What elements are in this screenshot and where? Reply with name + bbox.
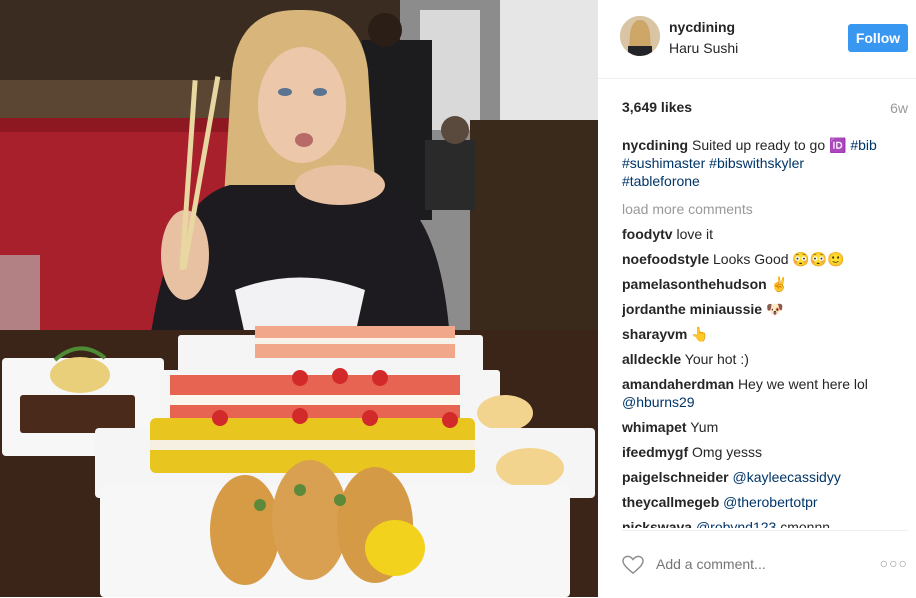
comment-text: 👆 xyxy=(691,326,709,342)
comment-username[interactable]: theycallmegeb xyxy=(622,494,719,510)
follow-button[interactable]: Follow xyxy=(848,24,908,52)
comment-mention[interactable]: @kayleecassidyy xyxy=(732,469,840,485)
comment-text: Omg yesss xyxy=(692,444,763,460)
comment-username[interactable]: foodytv xyxy=(622,226,673,242)
post-time[interactable]: 6w xyxy=(890,100,908,116)
comment-username[interactable]: whimapet xyxy=(622,419,687,435)
comment-text: ✌ xyxy=(770,276,789,292)
comment-mention[interactable]: @robynd123 xyxy=(696,519,776,528)
load-more-comments[interactable]: load more comments xyxy=(622,200,912,218)
instagram-post: nycdining Haru Sushi Follow 3,649 likes … xyxy=(0,0,916,597)
comment: sharayvm 👆 xyxy=(622,325,912,343)
comment-text: Yum xyxy=(690,419,719,435)
comment: nickswava @robynd123 cmonnn xyxy=(622,518,912,528)
add-comment-input[interactable] xyxy=(656,556,846,572)
post-header: nycdining Haru Sushi Follow xyxy=(598,0,916,79)
comment-mention[interactable]: @therobertotpr xyxy=(723,494,817,510)
comment-username[interactable]: pamelasonthehudson xyxy=(622,276,767,292)
comment-text: Looks Good 😳😳🙂 xyxy=(713,251,845,267)
comment-text: love it xyxy=(676,226,714,242)
comment: foodytv love it xyxy=(622,225,912,243)
post-photo-image xyxy=(0,0,598,597)
comment: theycallmegeb @therobertotpr xyxy=(622,493,912,511)
more-options-icon[interactable]: ○○○ xyxy=(880,555,908,571)
comment-username[interactable]: paigelschneider xyxy=(622,469,729,485)
heart-icon[interactable] xyxy=(622,555,644,575)
comment-text: 🐶 xyxy=(765,301,784,317)
comment-username[interactable]: alldeckle xyxy=(622,351,681,367)
comment-username[interactable]: sharayvm xyxy=(622,326,687,342)
caption-emoji: 🆔 xyxy=(829,137,847,153)
header-location[interactable]: Haru Sushi xyxy=(669,40,738,56)
comment-username[interactable]: ifeedmygf xyxy=(622,444,688,460)
post-photo[interactable] xyxy=(0,0,598,597)
comment-text: Your hot :) xyxy=(684,351,749,367)
comment: jordanthe miniaussie 🐶 xyxy=(622,300,912,318)
hashtag-bibswithskyler[interactable]: #bibswithskyler xyxy=(709,155,804,171)
comment-list[interactable]: nycdining Suited up ready to go 🆔 #bib #… xyxy=(622,136,912,528)
likes-count[interactable]: 3,649 likes xyxy=(622,99,692,115)
avatar[interactable] xyxy=(620,16,660,56)
comment: paigelschneider @kayleecassidyy xyxy=(622,468,912,486)
comment-text: cmonnn xyxy=(780,519,831,528)
comment-mention[interactable]: @hburns29 xyxy=(622,394,695,410)
comment-username[interactable]: amandaherdman xyxy=(622,376,734,392)
caption-username[interactable]: nycdining xyxy=(622,137,688,153)
comment-text: Hey we went here lol xyxy=(737,376,868,392)
comment: noefoodstyle Looks Good 😳😳🙂 xyxy=(622,250,912,268)
comment: alldeckle Your hot :) xyxy=(622,350,912,368)
hashtag-sushimaster[interactable]: #sushimaster xyxy=(622,155,705,171)
avatar-image xyxy=(620,16,660,56)
post-side-panel: nycdining Haru Sushi Follow 3,649 likes … xyxy=(598,0,916,597)
post-caption: nycdining Suited up ready to go 🆔 #bib #… xyxy=(622,136,912,190)
add-comment-bar: ○○○ xyxy=(622,530,908,598)
comment: pamelasonthehudson ✌ xyxy=(622,275,912,293)
comment: amandaherdman Hey we went here lol @hbur… xyxy=(622,375,912,411)
caption-text: Suited up ready to go xyxy=(692,137,826,153)
comment-username[interactable]: jordanthe miniaussie xyxy=(622,301,762,317)
comment: whimapet Yum xyxy=(622,418,912,436)
hashtag-bib[interactable]: #bib xyxy=(850,137,876,153)
comment-username[interactable]: noefoodstyle xyxy=(622,251,709,267)
header-username[interactable]: nycdining xyxy=(669,19,735,35)
hashtag-tableforone[interactable]: #tableforone xyxy=(622,173,700,189)
comment: ifeedmygf Omg yesss xyxy=(622,443,912,461)
comment-username[interactable]: nickswava xyxy=(622,519,692,528)
